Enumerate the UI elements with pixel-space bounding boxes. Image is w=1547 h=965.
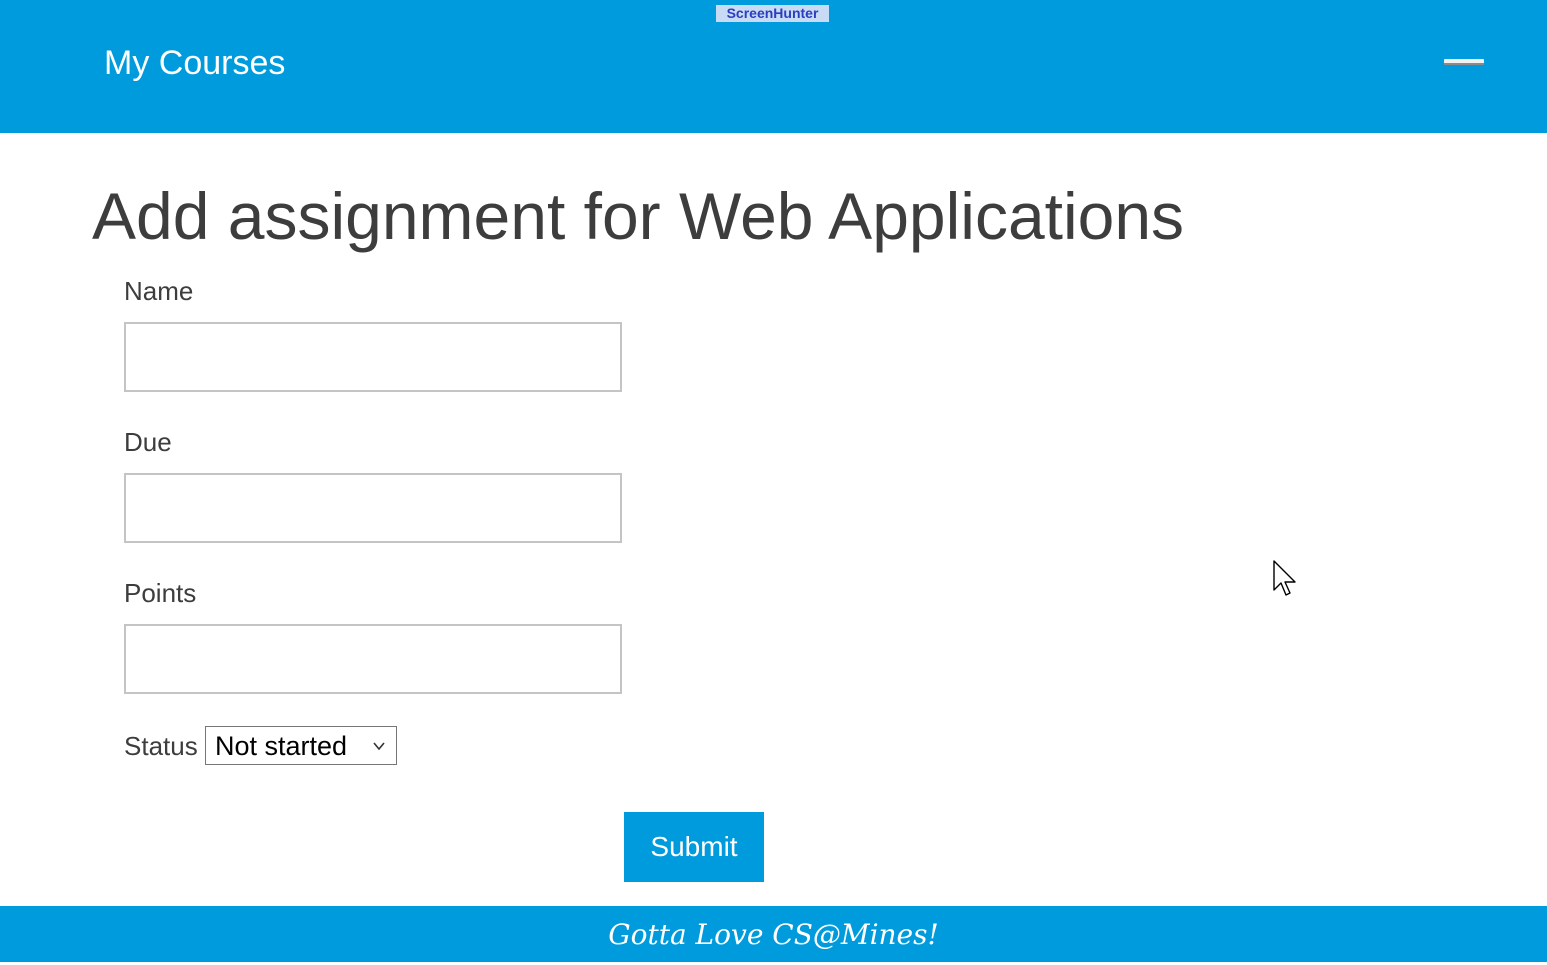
name-label: Name bbox=[124, 276, 194, 306]
menu-bar bbox=[1444, 59, 1484, 65]
due-label: Due bbox=[124, 427, 172, 457]
footer: Gotta Love CS@Mines! bbox=[0, 906, 1547, 962]
brand-link[interactable]: My Courses bbox=[104, 42, 285, 84]
submit-button[interactable]: Submit bbox=[624, 812, 764, 882]
footer-tagline: Gotta Love CS@Mines! bbox=[608, 918, 939, 951]
top-navbar: ScreenHunter My Courses bbox=[0, 0, 1547, 133]
chevron-down-icon bbox=[373, 742, 385, 751]
name-input[interactable] bbox=[124, 322, 622, 392]
points-label: Points bbox=[124, 578, 197, 608]
status-selected-value: Not started bbox=[215, 731, 348, 761]
status-label: Status bbox=[124, 731, 198, 761]
page-title: Add assignment for Web Applications bbox=[92, 179, 1185, 253]
status-select[interactable]: Not started bbox=[205, 726, 397, 765]
points-input[interactable] bbox=[124, 624, 622, 694]
mouse-cursor-icon bbox=[1273, 560, 1296, 596]
due-input[interactable] bbox=[124, 473, 622, 543]
screenhunter-watermark: ScreenHunter bbox=[716, 5, 829, 22]
hamburger-menu-icon[interactable] bbox=[1440, 52, 1488, 74]
